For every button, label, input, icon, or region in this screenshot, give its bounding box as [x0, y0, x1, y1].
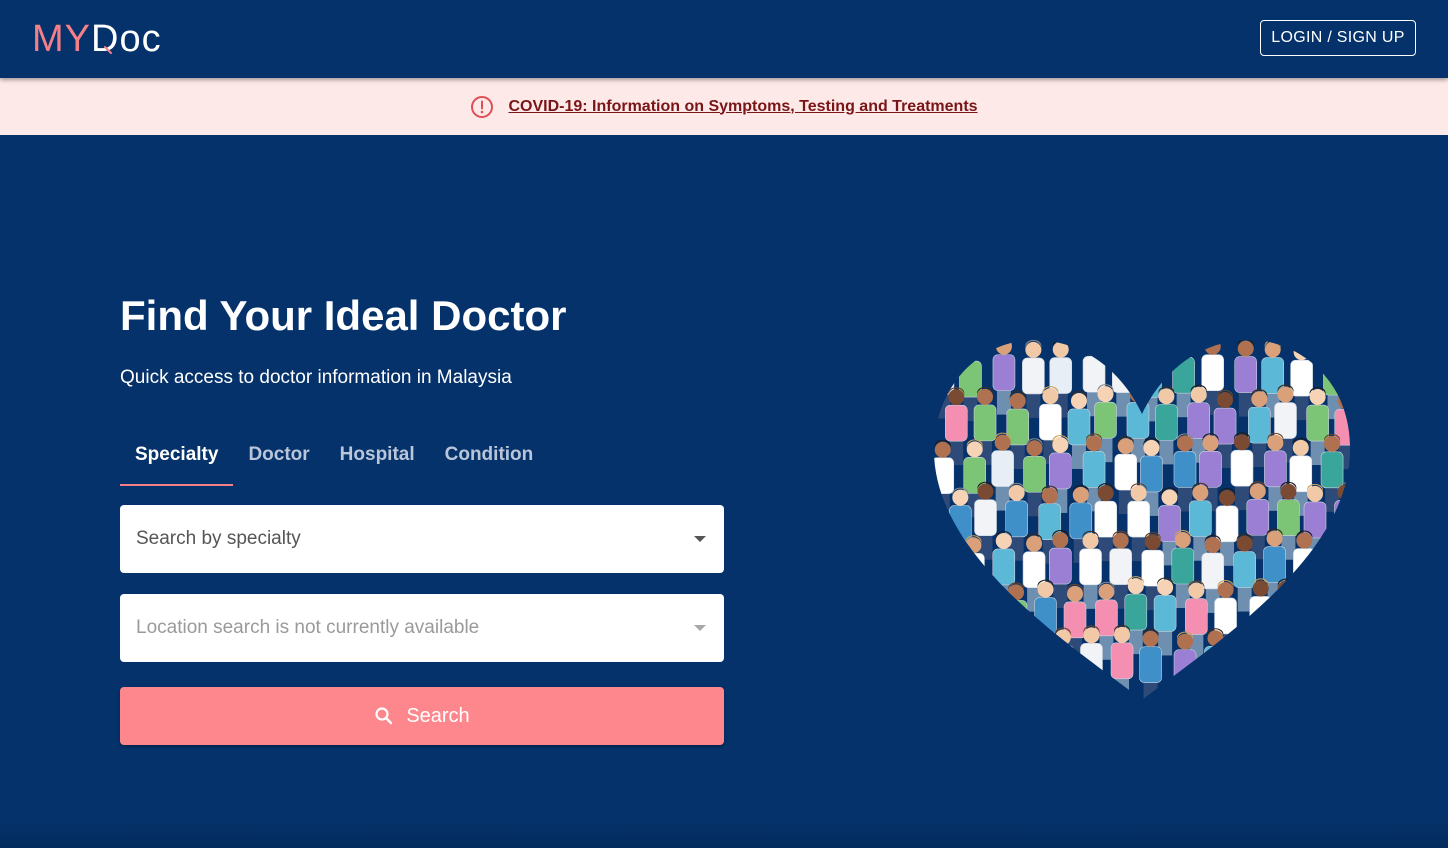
doctor-figure: [1094, 384, 1117, 463]
doctor-figure: [1034, 579, 1057, 658]
doctor-figure: [1318, 534, 1342, 613]
doctor-figure: [1309, 583, 1333, 662]
doctor-figure: [949, 582, 973, 661]
doctor-figure: [1139, 628, 1162, 700]
covid-banner: COVID-19: Information on Symptoms, Testi…: [0, 78, 1448, 135]
doctor-figure: [992, 626, 1015, 700]
doctor-figure: [933, 439, 955, 518]
page-subtitle: Quick access to doctor information in Ma…: [120, 367, 512, 388]
doctor-figure: [1171, 530, 1195, 609]
doctor-figure: [1079, 530, 1102, 609]
alert-circle-icon: [471, 95, 494, 118]
search-button-label: Search: [406, 704, 470, 727]
doctor-figure: [1334, 482, 1351, 561]
doctor-figure: [1204, 628, 1227, 700]
doctor-figure: [1264, 432, 1287, 511]
tab-specialty[interactable]: Specialty: [120, 436, 234, 486]
logo-my-text: MY: [32, 18, 91, 60]
doctor-figure: [1173, 433, 1197, 512]
doctor-figure: [991, 432, 1014, 511]
location-select[interactable]: Location search is not currently availab…: [120, 594, 724, 662]
login-signup-button[interactable]: LOGIN / SIGN UP: [1260, 20, 1416, 56]
doctor-figure: [1110, 624, 1134, 700]
logo-doc-text: Doc: [91, 18, 162, 60]
doctor-figure: [1022, 628, 1046, 700]
tab-condition[interactable]: Condition: [430, 436, 549, 484]
doctors-heart-illustration: [933, 339, 1351, 700]
doctor-figure: [1274, 578, 1298, 657]
doctor-figure: [979, 581, 1002, 660]
specialty-select[interactable]: Search by specialty: [120, 505, 724, 573]
search-icon: [375, 707, 393, 725]
doctor-figure: [1232, 629, 1256, 700]
doctor-figure: [1080, 625, 1103, 700]
doctor-figure: [1127, 483, 1150, 562]
top-navbar: MYDoc LOGIN / SIGN UP: [0, 0, 1448, 78]
specialty-placeholder: Search by specialty: [136, 528, 301, 549]
doctor-figure: [963, 625, 986, 700]
doctor-figure: [1260, 629, 1284, 700]
search-button[interactable]: Search: [120, 687, 724, 745]
doctor-figure: [1249, 578, 1272, 657]
chevron-down-icon: [694, 625, 706, 631]
doctor-figure: [992, 530, 1016, 609]
doctor-figure: [933, 528, 953, 607]
mydoc-logo[interactable]: MYDoc: [32, 18, 162, 60]
doctor-figure: [1153, 577, 1177, 656]
doctor-figure: [1263, 528, 1286, 607]
doctor-figure: [1319, 629, 1342, 700]
logo-accent-icon: [104, 46, 112, 54]
chevron-down-icon: [694, 536, 706, 542]
doctor-figure: [1187, 384, 1211, 463]
doctor-figure: [1051, 627, 1075, 700]
page-title: Find Your Ideal Doctor: [120, 292, 567, 339]
doctor-figure: [1155, 386, 1178, 465]
doctor-figure: [1293, 530, 1316, 609]
location-placeholder: Location search is not currently availab…: [136, 617, 480, 638]
hero-bottom-edge: [0, 820, 1448, 848]
doctor-figure: [1173, 631, 1197, 700]
doctor-figure: [1338, 578, 1351, 657]
doctor-figure: [1004, 582, 1028, 661]
tab-hospital[interactable]: Hospital: [325, 436, 430, 484]
doctor-figure: [934, 624, 957, 700]
covid-info-link[interactable]: COVID-19: Information on Symptoms, Testi…: [508, 98, 977, 116]
doctor-figure: [1214, 579, 1237, 658]
doctor-figure: [1291, 630, 1314, 700]
search-tabs: Specialty Doctor Hospital Condition: [120, 436, 548, 486]
tab-doctor[interactable]: Doctor: [233, 436, 324, 484]
doctor-figure: [949, 487, 972, 566]
doctor-figure: [1234, 339, 1258, 417]
doctor-figure: [962, 535, 985, 614]
